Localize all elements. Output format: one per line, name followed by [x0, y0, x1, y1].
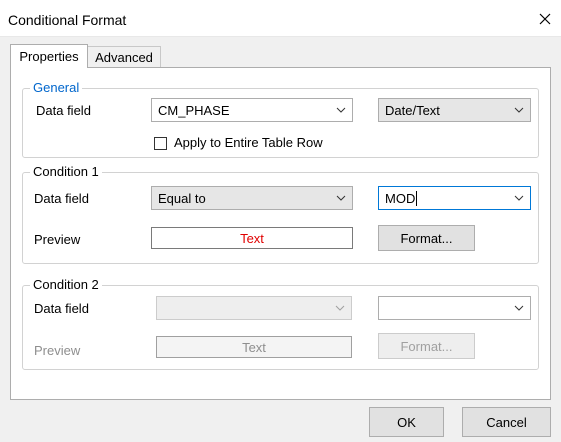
- general-type-value: Date/Text: [385, 102, 440, 118]
- condition2-data-field-label: Data field: [34, 301, 89, 316]
- window-title: Conditional Format: [8, 12, 127, 28]
- ok-button[interactable]: OK: [369, 407, 444, 437]
- tab-advanced[interactable]: Advanced: [88, 46, 161, 68]
- condition1-preview-box: Text: [151, 227, 353, 249]
- chevron-down-icon: [514, 107, 524, 113]
- chevron-down-icon: [335, 305, 345, 311]
- condition1-value-combo[interactable]: MOD: [378, 186, 531, 210]
- condition2-format-button[interactable]: Format...: [378, 333, 475, 359]
- close-button[interactable]: [532, 6, 558, 32]
- general-data-field-label: Data field: [36, 103, 91, 118]
- condition2-value-combo[interactable]: [378, 296, 531, 320]
- chevron-down-icon: [514, 195, 524, 201]
- apply-row-label[interactable]: Apply to Entire Table Row: [174, 135, 323, 151]
- condition2-preview-box: Text: [156, 336, 352, 358]
- tab-properties[interactable]: Properties: [10, 44, 88, 68]
- condition2-preview-label: Preview: [34, 343, 81, 358]
- general-type-select[interactable]: Date/Text: [378, 98, 531, 122]
- condition1-format-button[interactable]: Format...: [378, 225, 475, 251]
- apply-row-checkbox[interactable]: [154, 137, 167, 150]
- condition2-legend: Condition 2: [30, 278, 102, 292]
- condition1-preview-text: Text: [240, 230, 264, 246]
- condition1-legend: Condition 1: [30, 165, 102, 179]
- condition1-value-text: MOD: [385, 190, 416, 206]
- condition1-preview-label: Preview: [34, 232, 81, 247]
- cancel-button[interactable]: Cancel: [462, 407, 551, 437]
- close-icon: [539, 13, 551, 25]
- chevron-down-icon: [336, 195, 346, 201]
- condition2-preview-text: Text: [242, 339, 266, 355]
- condition1-operator-select[interactable]: Equal to: [151, 186, 353, 210]
- condition2-operator-select[interactable]: [156, 296, 352, 320]
- condition1-operator-value: Equal to: [158, 190, 206, 206]
- general-legend: General: [30, 81, 83, 95]
- chevron-down-icon: [514, 305, 524, 311]
- chevron-down-icon: [336, 107, 346, 113]
- general-data-field-select[interactable]: CM_PHASE: [151, 98, 353, 122]
- general-data-field-value: CM_PHASE: [158, 102, 230, 118]
- condition1-data-field-label: Data field: [34, 191, 89, 206]
- text-caret: [416, 190, 418, 206]
